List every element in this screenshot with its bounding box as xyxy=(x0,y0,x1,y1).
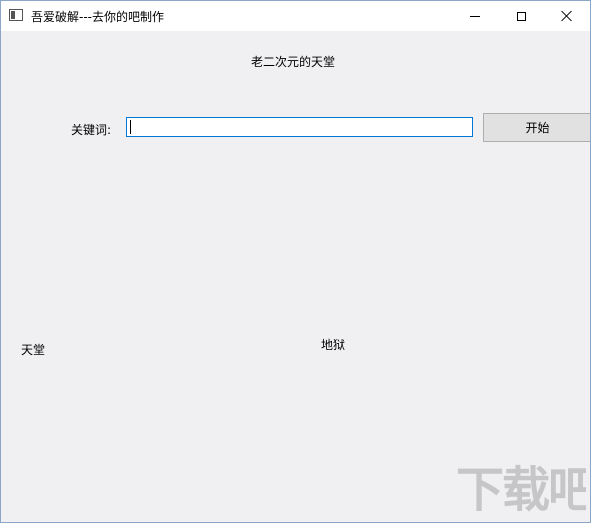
heaven-label: 天堂 xyxy=(21,343,46,357)
hell-label: 地狱 xyxy=(321,338,346,352)
text-caret xyxy=(130,120,131,134)
keyword-input[interactable] xyxy=(126,117,473,137)
close-icon xyxy=(561,10,573,22)
app-window-icon xyxy=(9,9,23,21)
start-button[interactable]: 开始 xyxy=(483,113,590,142)
minimize-icon xyxy=(470,15,480,17)
watermark-logo: 下载吧 xyxy=(456,462,586,518)
minimize-button[interactable] xyxy=(452,1,498,31)
maximize-icon xyxy=(516,11,526,21)
close-button[interactable] xyxy=(544,1,590,31)
maximize-button[interactable] xyxy=(498,1,544,31)
app-window: 吾爱破解---去你的吧制作 老二次元的天堂 关键词: 开始 天堂 地狱 下载吧 xyxy=(0,0,591,523)
title-bar[interactable]: 吾爱破解---去你的吧制作 xyxy=(1,1,590,31)
window-title: 吾爱破解---去你的吧制作 xyxy=(31,10,164,24)
page-heading: 老二次元的天堂 xyxy=(251,55,336,69)
keyword-label: 关键词: xyxy=(71,123,112,137)
